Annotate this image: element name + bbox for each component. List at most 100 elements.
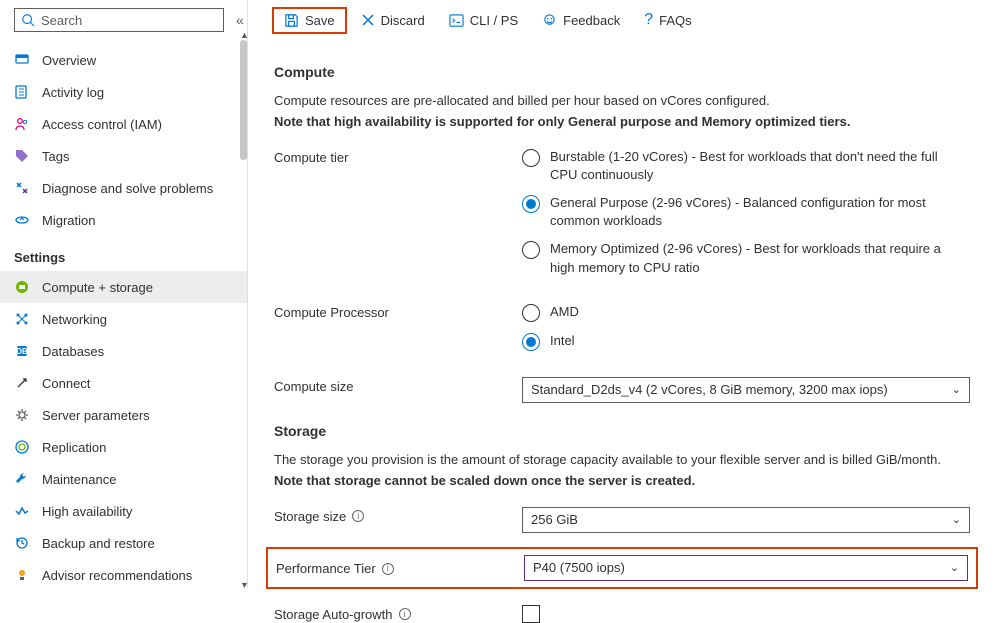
feedback-button[interactable]: Feedback [532,9,630,32]
discard-label: Discard [381,13,425,28]
diagnose-icon [14,180,30,196]
sidebar-item-networking[interactable]: Networking [0,303,247,335]
sidebar-item-label: Backup and restore [42,536,155,551]
save-label: Save [305,13,335,28]
sidebar-item-label: Server parameters [42,408,150,423]
performance-tier-select[interactable]: P40 (7500 iops) ⌄ [524,555,968,581]
connect-icon [14,375,30,391]
performance-tier-highlight: Performance Tier i P40 (7500 iops) ⌄ [266,547,978,589]
radio-icon[interactable] [522,195,540,213]
sidebar-item-label: Tags [42,149,69,164]
sidebar-item-label: Databases [42,344,104,359]
sidebar-item-activity-log[interactable]: Activity log [0,76,247,108]
sidebar-item-overview[interactable]: Overview [0,44,247,76]
sidebar-item-high-availability[interactable]: High availability [0,495,247,527]
storage-desc-note: Note that storage cannot be scaled down … [274,472,978,491]
compute-processor-label: Compute Processor [274,303,522,320]
compute-tier-burstable[interactable]: Burstable (1-20 vCores) - Best for workl… [522,148,978,184]
sidebar-item-backup-restore[interactable]: Backup and restore [0,527,247,559]
close-icon [361,13,375,27]
compute-processor-intel[interactable]: Intel [522,332,978,351]
sidebar-item-diagnose[interactable]: Diagnose and solve problems [0,172,247,204]
cli-label: CLI / PS [470,13,518,28]
sidebar-item-label: Migration [42,213,95,228]
chevron-down-icon: ⌄ [952,383,961,396]
storage-size-select[interactable]: 256 GiB ⌄ [522,507,970,533]
sidebar: « Overview Activity log Access control (… [0,0,248,589]
search-box[interactable] [14,8,224,32]
sidebar-item-databases[interactable]: DB Databases [0,335,247,367]
compute-size-select[interactable]: Standard_D2ds_v4 (2 vCores, 8 GiB memory… [522,377,970,403]
search-icon [21,13,35,27]
storage-heading: Storage [274,423,978,439]
advisor-icon [14,567,30,583]
sidebar-item-label: Overview [42,53,96,68]
sidebar-item-connect[interactable]: Connect [0,367,247,399]
compute-tier-memory[interactable]: Memory Optimized (2-96 vCores) - Best fo… [522,240,978,276]
tags-icon [14,148,30,164]
feedback-icon [542,13,557,28]
sidebar-item-label: Access control (IAM) [42,117,162,132]
radio-label: General Purpose (2-96 vCores) - Balanced… [550,194,960,230]
sidebar-item-label: Advisor recommendations [42,568,192,583]
sidebar-item-label: Compute + storage [42,280,153,295]
collapse-sidebar-button[interactable]: « [232,12,248,28]
replication-icon [14,439,30,455]
radio-icon[interactable] [522,149,540,167]
storage-autogrow-checkbox[interactable] [522,605,540,623]
sidebar-item-label: Diagnose and solve problems [42,181,213,196]
storage-size-label: Storage size i [274,507,522,524]
save-button[interactable]: Save [274,9,345,32]
cli-button[interactable]: CLI / PS [439,9,528,32]
search-input[interactable] [41,13,217,28]
radio-label: Burstable (1-20 vCores) - Best for workl… [550,148,960,184]
radio-label: Intel [550,332,575,350]
scrollbar-thumb[interactable] [240,40,247,160]
radio-label: AMD [550,303,579,321]
sidebar-item-replication[interactable]: Replication [0,431,247,463]
scroll-up-arrow[interactable]: ▲ [240,30,248,40]
radio-label: Memory Optimized (2-96 vCores) - Best fo… [550,240,960,276]
sidebar-scrollbar[interactable]: ▲ ▼ [240,40,248,580]
toolbar: Save Discard CLI / PS Feedback ? FAQs [266,0,998,40]
sidebar-item-label: Connect [42,376,90,391]
radio-icon[interactable] [522,333,540,351]
info-icon[interactable]: i [382,563,394,575]
compute-desc: Compute resources are pre-allocated and … [274,92,978,111]
sidebar-item-migration[interactable]: Migration [0,204,247,236]
select-value: Standard_D2ds_v4 (2 vCores, 8 GiB memory… [531,382,888,397]
access-control-icon [14,116,30,132]
sidebar-item-maintenance[interactable]: Maintenance [0,463,247,495]
compute-size-label: Compute size [274,377,522,394]
faqs-label: FAQs [659,13,692,28]
info-icon[interactable]: i [352,510,364,522]
compute-processor-amd[interactable]: AMD [522,303,978,322]
sidebar-item-tags[interactable]: Tags [0,140,247,172]
sidebar-item-server-parameters[interactable]: Server parameters [0,399,247,431]
performance-tier-label: Performance Tier i [276,559,524,576]
sidebar-item-label: Networking [42,312,107,327]
compute-tier-general[interactable]: General Purpose (2-96 vCores) - Balanced… [522,194,978,230]
sidebar-section-settings: Settings [0,236,247,271]
compute-desc-note: Note that high availability is supported… [274,113,978,132]
sidebar-item-advisor[interactable]: Advisor recommendations [0,559,247,591]
radio-icon[interactable] [522,304,540,322]
radio-icon[interactable] [522,241,540,259]
select-value: P40 (7500 iops) [533,560,625,575]
overview-icon [14,52,30,68]
sidebar-item-compute-storage[interactable]: Compute + storage [0,271,247,303]
gear-icon [14,407,30,423]
chevron-down-icon: ⌄ [950,561,959,574]
discard-button[interactable]: Discard [351,9,435,32]
compute-storage-icon [14,279,30,295]
info-icon[interactable]: i [399,608,411,620]
sidebar-item-label: Activity log [42,85,104,100]
faqs-button[interactable]: ? FAQs [634,7,701,33]
main-panel: Save Discard CLI / PS Feedback ? FAQs Co… [248,0,998,589]
chevron-down-icon: ⌄ [952,513,961,526]
sidebar-item-label: Maintenance [42,472,116,487]
select-value: 256 GiB [531,512,578,527]
sidebar-item-label: High availability [42,504,132,519]
sidebar-item-access-control[interactable]: Access control (IAM) [0,108,247,140]
networking-icon [14,311,30,327]
